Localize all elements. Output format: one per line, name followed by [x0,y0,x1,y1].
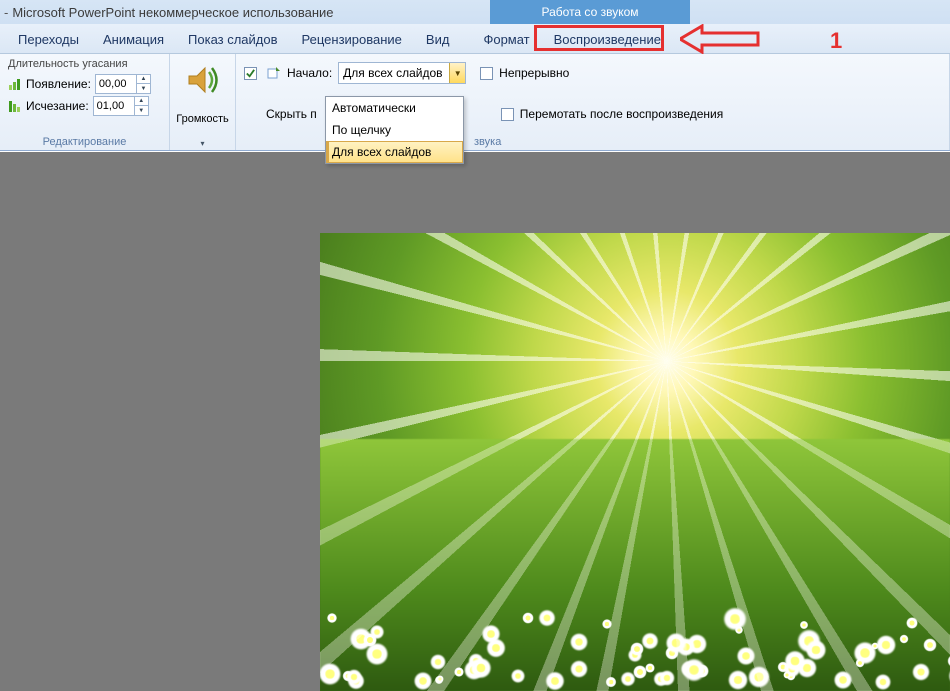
start-label: Начало: [287,66,332,80]
start-icon [267,66,281,80]
ribbon: Длительность угасания Появление: ▲ ▼ [0,54,950,151]
dd-auto[interactable]: Автоматически [326,97,463,119]
tab-review[interactable]: Рецензирование [290,26,414,53]
tab-playback[interactable]: Воспроизведение [542,26,673,53]
fade-group-footer: Редактирование [8,134,161,148]
tab-transitions[interactable]: Переходы [6,26,91,53]
tab-view[interactable]: Вид [414,26,462,53]
annot-arrow-1 [680,24,760,54]
title-dash: - [4,5,8,20]
fadeout-label: Исчезание: [26,99,89,113]
volume-icon[interactable] [185,62,221,98]
hide-checkbox[interactable] [244,67,257,80]
fadeout-input[interactable] [94,97,134,115]
volume-dropdown-arrow[interactable]: ▾ [200,139,204,148]
loop-label: Непрерывно [499,66,569,80]
fadein-spinner[interactable]: ▲ ▼ [95,74,151,94]
app-title: Microsoft PowerPoint некоммерческое испо… [12,5,333,20]
fadeout-spinner[interactable]: ▲ ▼ [93,96,149,116]
fadein-up[interactable]: ▲ [136,75,150,84]
dd-onclick[interactable]: По щелчку [326,119,463,141]
start-combo-value: Для всех слайдов [339,66,449,80]
rewind-label: Перемотать после воспроизведения [520,107,723,121]
fadeout-icon [8,99,22,113]
hide-label: Скрыть п [266,107,317,121]
ribbon-tabs: Переходы Анимация Показ слайдов Рецензир… [0,24,950,54]
rewind-checkbox[interactable] [501,108,514,121]
contextual-tab-title: Работа со звуком [490,0,690,24]
tab-format[interactable]: Формат [471,26,541,53]
tab-animation[interactable]: Анимация [91,26,176,53]
start-dropdown: Автоматически По щелчку Для всех слайдов [325,96,464,164]
group-fade: Длительность угасания Появление: ▲ ▼ [0,54,170,150]
fadein-input[interactable] [96,75,136,93]
title-bar: - Microsoft PowerPoint некоммерческое ис… [0,0,950,24]
fadein-icon [8,77,22,91]
dd-allslides[interactable]: Для всех слайдов [326,141,463,163]
start-combo-arrow[interactable]: ▼ [449,63,465,83]
annot-label-1: 1 [830,28,842,54]
slide-image [320,233,950,691]
fade-group-title: Длительность угасания [8,58,161,70]
volume-label[interactable]: Громкость [176,113,228,125]
fadeout-up[interactable]: ▲ [134,97,148,106]
fadeout-down[interactable]: ▼ [134,106,148,115]
loop-checkbox[interactable] [480,67,493,80]
fadein-down[interactable]: ▼ [136,84,150,93]
group-volume: Громкость ▾ [170,54,236,150]
tab-slideshow[interactable]: Показ слайдов [176,26,290,53]
start-combo[interactable]: Для всех слайдов ▼ [338,62,466,84]
fadein-label: Появление: [26,77,91,91]
